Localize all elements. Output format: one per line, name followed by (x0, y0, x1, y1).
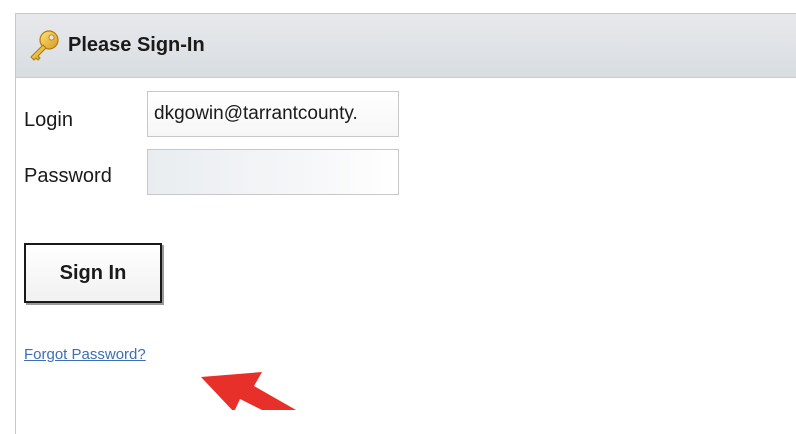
signin-button[interactable]: Sign In (24, 243, 162, 303)
key-icon (26, 28, 62, 64)
login-label: Login (24, 109, 73, 131)
signin-panel: Please Sign-In (15, 13, 796, 434)
page-title: Please Sign-In (68, 34, 205, 56)
panel-header: Please Sign-In (16, 14, 796, 78)
forgot-password-link[interactable]: Forgot Password? (24, 346, 146, 363)
password-label: Password (24, 165, 112, 187)
login-field[interactable] (147, 91, 399, 137)
password-field[interactable] (147, 149, 399, 195)
